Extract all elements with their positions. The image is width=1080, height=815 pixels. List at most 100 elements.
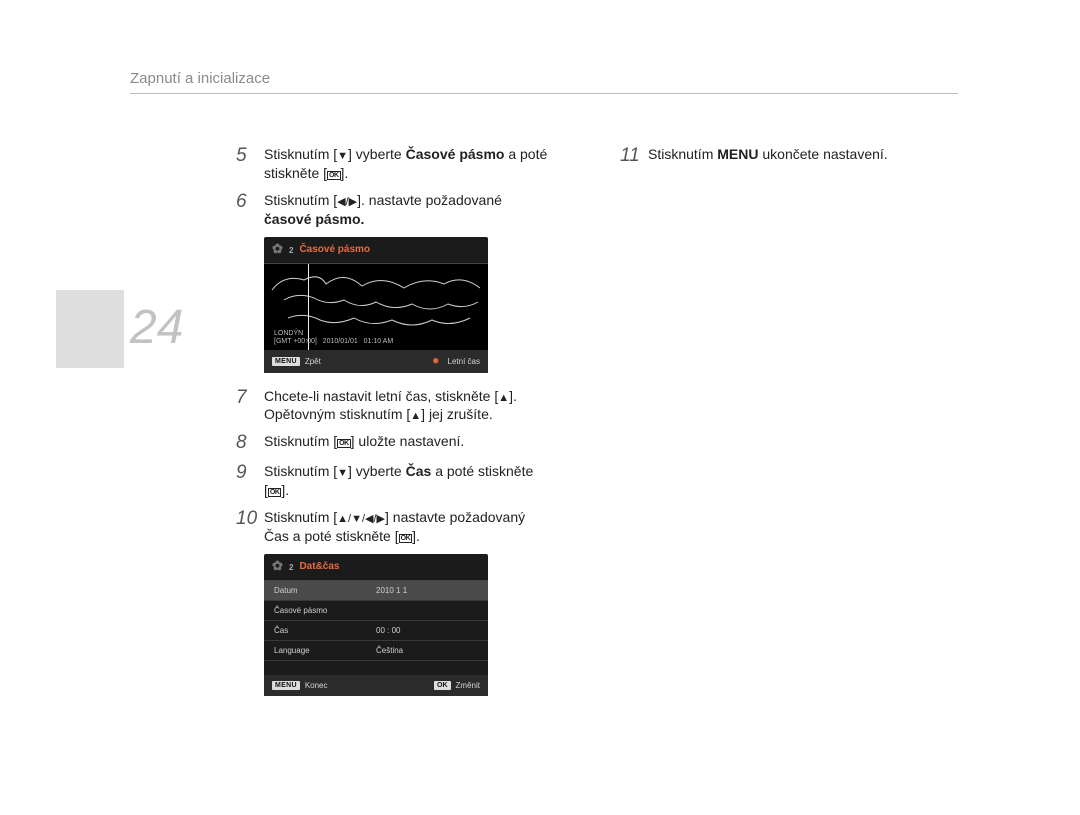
step-text: Stisknutím [◀/▶]. nastavte požadované ča… [264, 191, 502, 229]
text: Stisknutím [648, 146, 717, 162]
screen-title-bar: 2 Časové pásmo [264, 237, 488, 264]
step-number: 8 [236, 432, 264, 454]
screen-footer: MENU Konec OK Změnit [264, 675, 488, 696]
footer-left: MENU Zpět [272, 357, 321, 366]
triangle-down-icon: ▼ [337, 149, 348, 164]
step-11: 11 Stisknutím MENU ukončete nastavení. [620, 145, 990, 167]
step-10: 10 Stisknutím [▲/▼/◀/▶] nastavte požadov… [236, 508, 606, 546]
right-column: 11 Stisknutím MENU ukončete nastavení. [620, 145, 990, 175]
table-row: Časové pásmo [264, 601, 488, 621]
text: Stisknutím [ [264, 433, 337, 449]
back-label: Zpět [305, 357, 321, 366]
step-7: 7 Chcete-li nastavit letní čas, stisknět… [236, 387, 606, 425]
text: Stisknutím [ [264, 509, 337, 525]
text: ] nastavte požadovaný [385, 509, 525, 525]
text: Stisknutím [ [264, 146, 337, 162]
gear-sub: 2 [289, 563, 293, 572]
step-number: 9 [236, 462, 264, 484]
ok-icon: OK [337, 439, 351, 448]
map-info: LONDÝN [GMT +00:00] 2010/01/01 01:10 AM [274, 330, 393, 347]
screen-footer: MENU Zpět ✹ Letní čas [264, 350, 488, 373]
left-column: 5 Stisknutím [▼] vyberte Časové pásmo a … [236, 145, 606, 710]
screen-title: Časové pásmo [299, 244, 370, 255]
city-name: LONDÝN [274, 330, 393, 338]
text: Stisknutím [ [264, 463, 337, 479]
time-display: 01:10 AM [364, 338, 394, 345]
step-text: Stisknutím MENU ukončete nastavení. [648, 145, 888, 164]
step-number: 11 [620, 145, 648, 167]
dst-icon: ✹ [432, 356, 440, 367]
step-number: 6 [236, 191, 264, 213]
row-label: Datum [274, 586, 376, 595]
triangle-up-icon: ▲ [498, 391, 509, 406]
row-label: Čas [274, 626, 376, 635]
ok-chip: OK [434, 681, 451, 690]
row-value [376, 606, 478, 615]
step-text: Stisknutím [OK] uložte nastavení. [264, 432, 464, 451]
gear-icon [272, 243, 286, 257]
change-label: Změnit [456, 681, 480, 690]
screen-body: Datum 2010 1 1 Časové pásmo Čas 00 : 00 … [264, 581, 488, 675]
screen-title-bar: 2 Dat&čas [264, 554, 488, 581]
text: ] vyberte [348, 463, 406, 479]
world-map: LONDÝN [GMT +00:00] 2010/01/01 01:10 AM [264, 264, 488, 350]
triangle-up-icon: ▲ [410, 409, 421, 424]
arrow-cluster-icon: ▲/▼/◀/▶ [337, 512, 385, 527]
screen-timezone: 2 Časové pásmo LONDÝN [GMT +00:00] 2010/… [264, 237, 488, 373]
bold-text: časové pásmo. [264, 211, 364, 227]
menu-chip: MENU [272, 681, 300, 690]
bold-text: MENU [717, 146, 758, 162]
text: ukončete nastavení. [758, 146, 887, 162]
step-number: 7 [236, 387, 264, 409]
table-row: Datum 2010 1 1 [264, 581, 488, 601]
screen-datetime: 2 Dat&čas Datum 2010 1 1 Časové pásmo Ča… [264, 554, 488, 696]
step-text: Stisknutím [▼] vyberte Časové pásmo a po… [264, 145, 606, 183]
ok-icon: OK [327, 171, 341, 180]
footer-left: MENU Konec [272, 681, 328, 690]
gear-sub: 2 [289, 246, 293, 255]
gear-icon [272, 560, 286, 574]
step-text: Chcete-li nastavit letní čas, stiskněte … [264, 387, 517, 425]
page-number: 24 [130, 300, 183, 355]
table-row: Language Čeština [264, 641, 488, 661]
step-text: Stisknutím [▼] vyberte Čas a poté stiskn… [264, 462, 533, 500]
step-5: 5 Stisknutím [▼] vyberte Časové pásmo a … [236, 145, 606, 183]
row-value: Čeština [376, 646, 478, 655]
table-row: Čas 00 : 00 [264, 621, 488, 641]
text: Chcete-li nastavit letní čas, stiskněte … [264, 388, 498, 404]
text: ] jej zrušíte. [421, 406, 493, 422]
step-8: 8 Stisknutím [OK] uložte nastavení. [236, 432, 606, 454]
text: Stisknutím [ [264, 192, 337, 208]
text: Čas a poté stiskněte [ [264, 528, 399, 544]
text: ] uložte nastavení. [351, 433, 465, 449]
menu-chip: MENU [272, 357, 300, 366]
text: ]. [509, 388, 517, 404]
text: ]. [341, 165, 349, 181]
row-value: 00 : 00 [376, 626, 478, 635]
section-header: Zapnutí a inicializace [130, 70, 958, 94]
text: ] vyberte [348, 146, 406, 162]
screen-title: Dat&čas [299, 561, 339, 572]
bold-text: Časové pásmo [406, 146, 505, 162]
triangle-down-icon: ▼ [337, 466, 348, 481]
gmt-offset: [GMT +00:00] [274, 338, 317, 345]
triangle-left-right-icon: ◀/▶ [337, 195, 357, 210]
step-text: Stisknutím [▲/▼/◀/▶] nastavte požadovaný… [264, 508, 525, 546]
text: ]. nastavte požadované [357, 192, 502, 208]
ok-icon: OK [268, 488, 282, 497]
text: ]. [281, 482, 289, 498]
dst-label: Letní čas [448, 357, 480, 366]
row-label: Language [274, 646, 376, 655]
date-display: 2010/01/01 [323, 338, 358, 345]
row-label: Časové pásmo [274, 606, 376, 615]
text: ]. [412, 528, 420, 544]
text: a poté stiskněte [431, 463, 533, 479]
footer-right: ✹ Letní čas [432, 356, 480, 367]
step-number: 5 [236, 145, 264, 167]
ok-icon: OK [399, 534, 413, 543]
end-label: Konec [305, 681, 328, 690]
step-9: 9 Stisknutím [▼] vyberte Čas a poté stis… [236, 462, 606, 500]
step-6: 6 Stisknutím [◀/▶]. nastavte požadované … [236, 191, 606, 229]
text: Opětovným stisknutím [ [264, 406, 410, 422]
step-number: 10 [236, 508, 264, 530]
